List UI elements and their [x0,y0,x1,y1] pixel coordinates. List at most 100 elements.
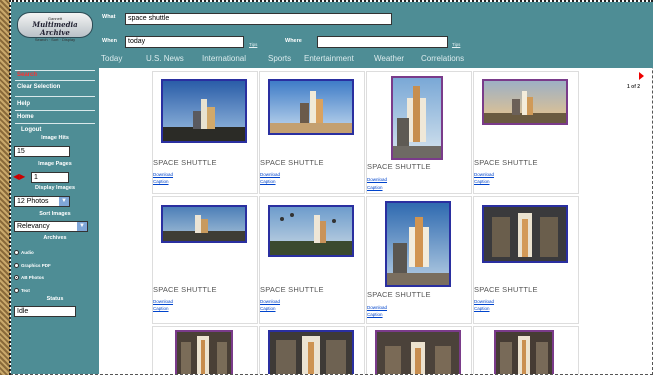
search-header: What space shuttle When today Tips Where… [99,2,653,68]
result-card[interactable]: SPACE SHUTTLE Download Caption [259,71,365,194]
download-link[interactable]: Download [474,299,494,305]
caption-link[interactable]: Caption [260,306,276,312]
caption-link[interactable]: Caption [474,306,490,312]
caption-link[interactable]: Caption [153,306,169,312]
nav-us-news[interactable]: U.S. News [146,54,184,64]
result-card[interactable]: SPACE SHUTTLE Download Caption [473,71,579,194]
archive-option-label: Audio [21,250,34,255]
sidebar-divider [15,96,95,97]
nav-correlations[interactable]: Correlations [421,54,464,64]
result-card[interactable] [152,326,258,374]
what-input[interactable]: space shuttle [125,13,392,25]
archive-logo[interactable]: Gannett Multimedia Archive Search · Sort… [17,12,93,42]
radio-button[interactable] [14,250,19,256]
archive-option-graphics-pdf[interactable]: Graphics PDF [14,262,51,269]
where-label: Where [285,38,302,44]
result-card[interactable] [473,326,579,374]
nav-weather[interactable]: Weather [374,54,404,64]
download-link[interactable]: Download [153,172,173,178]
result-card[interactable]: SPACE SHUTTLE Download Caption [152,196,258,324]
results-gallery: SPACE SHUTTLE Download Caption SPACE SHU… [100,68,580,374]
chevron-down-icon[interactable]: ▼ [77,222,87,231]
result-card[interactable]: SPACE SHUTTLE Download Caption [473,196,579,324]
archive-option-photos[interactable]: AB Photos [14,274,44,281]
result-card[interactable] [366,326,472,374]
result-caption: SPACE SHUTTLE [367,290,431,299]
logo-line-2: Multimedia Archive [32,20,78,37]
result-caption: SPACE SHUTTLE [153,158,217,167]
where-input[interactable] [317,36,448,48]
result-thumbnail[interactable] [385,201,451,287]
where-tips-link[interactable]: Tips [452,42,460,47]
caption-link[interactable]: Caption [367,312,383,318]
radio-button[interactable] [14,288,19,294]
result-thumbnail[interactable] [268,205,354,257]
archive-option-audio[interactable]: Audio [14,249,34,256]
archive-option-label: AB Photos [21,275,44,280]
image-pages-input[interactable]: 1 [31,172,69,183]
next-page-icon[interactable]: ▶ [19,172,25,181]
result-card[interactable]: SPACE SHUTTLE Download Caption [366,71,472,194]
download-link[interactable]: Download [153,299,173,305]
download-link[interactable]: Download [260,172,280,178]
sort-images-select[interactable]: Relevancy ▼ [14,221,88,232]
download-link[interactable]: Download [367,177,387,183]
display-images-select[interactable]: 12 Photos ▼ [14,196,70,207]
result-thumbnail[interactable] [268,79,354,135]
help-link[interactable]: Help [17,100,30,108]
nav-sports[interactable]: Sports [268,54,291,64]
logout-link[interactable]: Logout [21,126,41,134]
result-thumbnail[interactable] [482,79,568,125]
caption-link[interactable]: Caption [367,185,383,191]
caption-link[interactable]: Caption [474,179,490,185]
image-hits-label: Image Hits [41,135,69,141]
result-card[interactable]: SPACE SHUTTLE Download Caption [152,71,258,194]
page-arrows[interactable]: ◀▶ [13,172,25,182]
status-label: Status [46,296,64,302]
result-thumbnail[interactable] [391,76,443,160]
clear-selection-link[interactable]: Clear Selection [17,83,60,91]
result-thumbnail[interactable] [175,330,233,374]
result-caption: SPACE SHUTTLE [153,285,217,294]
next-page-arrow-icon[interactable] [639,72,644,80]
archive-option-label: Text [21,288,30,293]
radio-button-selected[interactable] [14,275,19,281]
chevron-down-icon[interactable]: ▼ [59,197,69,206]
result-thumbnail[interactable] [482,205,568,263]
when-tips-link[interactable]: Tips [249,42,257,47]
result-card[interactable]: SPACE SHUTTLE Download Caption [259,196,365,324]
when-input[interactable]: today [125,36,244,48]
result-card[interactable]: SPACE SHUTTLE Download Caption [366,196,472,324]
result-card[interactable] [259,326,365,374]
result-caption: SPACE SHUTTLE [260,158,324,167]
nav-international[interactable]: International [202,54,246,64]
archive-option-text[interactable]: Text [14,287,30,294]
caption-link[interactable]: Caption [153,179,169,185]
result-thumbnail[interactable] [494,330,554,374]
sidebar-divider [15,110,95,111]
result-thumbnail[interactable] [161,205,247,243]
nav-entertainment[interactable]: Entertainment [304,54,354,64]
download-link[interactable]: Download [260,299,280,305]
sort-images-label: Sort Images [39,211,71,217]
what-label: What [102,14,116,20]
display-images-value: 12 Photos [17,198,49,205]
archives-label: Archives [43,235,67,241]
logo-line-3: Search · Sort · Display [34,37,76,42]
image-hits-input[interactable]: 15 [14,146,70,157]
caption-link[interactable]: Caption [260,179,276,185]
nav-today[interactable]: Today [101,54,122,64]
category-nav: Today U.S. News International Sports Ent… [99,53,653,65]
result-thumbnail[interactable] [375,330,461,374]
result-thumbnail[interactable] [268,330,354,374]
home-link[interactable]: Home [17,113,34,121]
radio-button[interactable] [14,263,19,269]
result-thumbnail[interactable] [161,79,247,143]
status-field: Idle [14,306,76,317]
download-link[interactable]: Download [474,172,494,178]
download-link[interactable]: Download [367,305,387,311]
sidebar-divider [15,80,95,81]
result-caption: SPACE SHUTTLE [474,158,538,167]
search-link[interactable]: Search [17,71,37,79]
result-caption: SPACE SHUTTLE [367,162,431,171]
